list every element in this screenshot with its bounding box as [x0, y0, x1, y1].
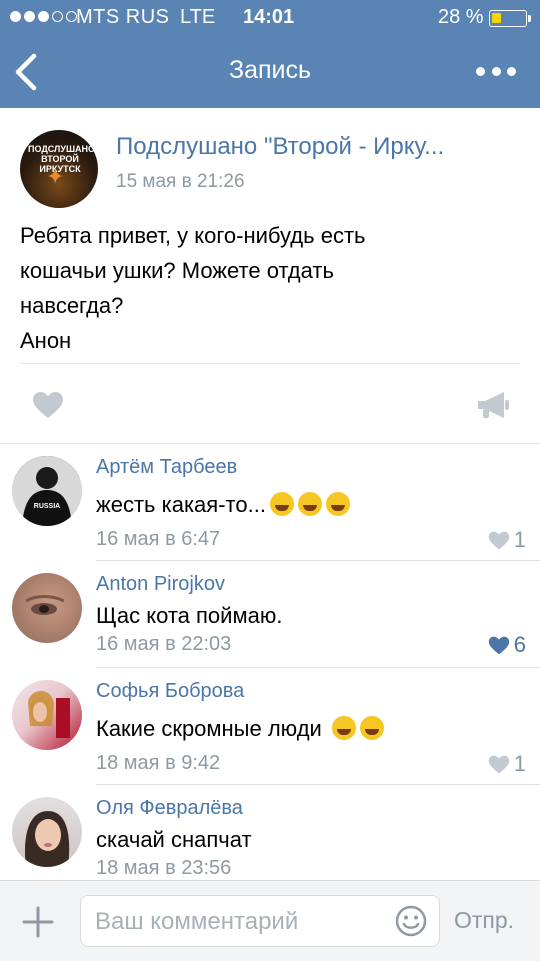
post-date: 15 мая в 21:26 — [116, 171, 245, 192]
person-hoodie-icon: RUSSIA — [12, 456, 82, 526]
comment-text: Щас кота поймаю. — [96, 603, 283, 628]
more-dots-icon — [476, 66, 485, 76]
comment-text: скачай снапчат — [96, 827, 252, 852]
status-bar: MTS RUS LTE 14:01 28 % — [0, 0, 540, 36]
battery-percent: 28 % — [438, 6, 484, 28]
carrier-name: MTS RUS — [76, 6, 170, 28]
attach-button[interactable] — [20, 904, 56, 940]
comment-date: 18 мая в 9:42 — [96, 752, 221, 774]
laughing-emoji-icon — [297, 492, 322, 517]
battery-tip — [528, 15, 531, 22]
svg-text:RUSSIA: RUSSIA — [34, 503, 60, 510]
emoji-button[interactable] — [395, 905, 427, 937]
face-closeup-icon — [25, 595, 65, 615]
heart-icon — [488, 531, 509, 549]
clock: 14:01 — [243, 6, 295, 28]
page-title: Запись — [228, 56, 312, 84]
comment-text: жесть какая-то... — [96, 492, 350, 518]
battery-icon — [489, 10, 527, 27]
signal-strength — [10, 11, 77, 22]
post-author[interactable]: Подслушано "Второй - Ирку... — [116, 133, 444, 161]
comment-input[interactable] — [93, 904, 387, 940]
like-button[interactable] — [32, 391, 64, 419]
share-button[interactable] — [476, 390, 510, 420]
comment-date: 18 мая в 23:56 — [96, 857, 232, 879]
girl-photo-icon — [24, 811, 70, 867]
comment-author[interactable]: Оля Февралёва — [96, 797, 243, 820]
girl-photo-icon — [28, 691, 70, 738]
like-count: 1 — [513, 527, 526, 552]
signal-dot — [38, 11, 49, 22]
avatar[interactable]: RUSSIA — [12, 456, 82, 526]
heart-icon — [488, 636, 509, 654]
avatar[interactable] — [12, 573, 82, 643]
comment-author[interactable]: Артём Тарбеев — [96, 456, 237, 479]
comment-author[interactable]: Софья Боброва — [96, 680, 244, 703]
comment-date: 16 мая в 6:47 — [96, 528, 221, 550]
smirk-emoji-icon — [331, 716, 356, 741]
comment-item: RUSSIA Артём Тарбеев жесть какая-то... 1… — [0, 444, 540, 561]
signal-dot — [10, 11, 21, 22]
more-button[interactable] — [476, 61, 516, 81]
comment-like-button[interactable]: 6 — [488, 632, 526, 658]
laughing-emoji-icon — [269, 492, 294, 517]
comment-composer: Отпр. — [0, 880, 540, 961]
avatar[interactable] — [12, 797, 82, 867]
avatar[interactable] — [12, 680, 82, 750]
heart-icon — [33, 392, 63, 418]
send-button[interactable]: Отпр. — [454, 907, 514, 934]
signal-dot — [52, 11, 63, 22]
grimace-emoji-icon — [359, 716, 384, 741]
smiley-icon — [395, 905, 427, 937]
laughing-emoji-icon — [325, 492, 350, 517]
comment-like-button[interactable]: 1 — [488, 527, 526, 553]
like-count: 6 — [513, 632, 526, 657]
comment-item: Anton Pirojkov Щас кота поймаю. 16 мая в… — [0, 561, 540, 668]
post: ПОДСЛУШАНО ВТОРОЙ ИРКУТСК ✦ Подслушано "В… — [0, 108, 540, 443]
network-type: LTE — [180, 6, 216, 28]
comment-date: 16 мая в 22:03 — [96, 633, 232, 655]
comment-input-box — [80, 895, 440, 947]
signal-dot — [24, 11, 35, 22]
nav-bar: Запись — [0, 36, 540, 108]
heart-icon — [488, 755, 509, 773]
like-count: 1 — [513, 751, 526, 776]
comment-author[interactable]: Anton Pirojkov — [96, 573, 225, 596]
comment-item: Софья Боброва Какие скромные люди 18 мая… — [0, 668, 540, 785]
divider — [20, 363, 520, 364]
comment-item: Оля Февралёва скачай снапчат 18 мая в 23… — [0, 785, 540, 880]
comment-like-button[interactable]: 1 — [488, 751, 526, 777]
post-text: Ребята привет, у кого-нибудь есть кошачь… — [20, 223, 366, 353]
comment-text: Какие скромные люди — [96, 716, 384, 742]
top-bar: MTS RUS LTE 14:01 28 % Запись — [0, 0, 540, 108]
community-avatar[interactable]: ПОДСЛУШАНО ВТОРОЙ ИРКУТСК ✦ — [20, 130, 98, 208]
megaphone-icon — [478, 392, 509, 418]
deer-icon: ✦ — [46, 164, 65, 189]
plus-icon — [22, 906, 54, 938]
